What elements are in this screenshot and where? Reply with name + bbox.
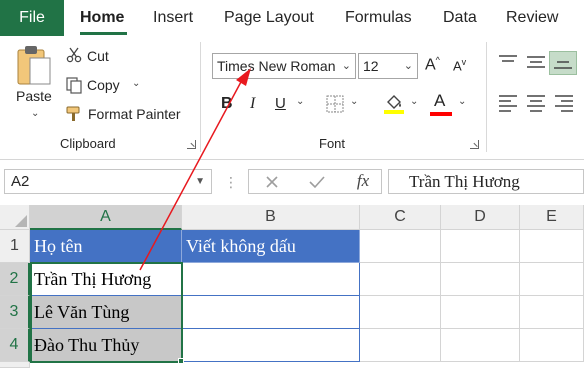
align-left-icon[interactable] <box>498 94 518 112</box>
cancel-icon[interactable] <box>263 173 281 191</box>
group-separator <box>486 42 487 152</box>
column-header-c[interactable]: C <box>360 205 441 230</box>
chevron-down-icon[interactable]: ▼ <box>195 176 205 187</box>
column-header-a[interactable]: A <box>30 205 182 230</box>
formula-input-value: Trần Thị Hương <box>409 171 520 191</box>
formula-input[interactable]: Trần Thị Hương <box>388 169 584 194</box>
font-color-button[interactable]: A <box>434 91 445 111</box>
cell-d2[interactable] <box>441 263 520 296</box>
cell-e1[interactable] <box>520 230 584 263</box>
cell-e3[interactable] <box>520 296 584 329</box>
row-header-4[interactable]: 4 <box>0 329 30 362</box>
format-painter-button[interactable]: Format Painter <box>88 106 181 122</box>
insert-function-icon[interactable]: fx <box>353 171 373 191</box>
tab-home[interactable]: Home <box>80 0 124 36</box>
cut-button[interactable]: Cut <box>87 48 109 64</box>
cell-e4[interactable] <box>520 329 584 362</box>
cell-a4[interactable]: Đào Thu Thủy <box>30 329 182 362</box>
cell-a1[interactable]: Họ tên <box>30 230 182 263</box>
bold-button[interactable]: B <box>221 95 233 113</box>
cell-c4[interactable] <box>360 329 441 362</box>
enter-icon[interactable] <box>308 173 326 191</box>
column-header-b[interactable]: B <box>182 205 360 230</box>
align-bottom-icon[interactable] <box>549 51 577 75</box>
tab-formulas[interactable]: Formulas <box>345 0 412 36</box>
format-painter-icon[interactable] <box>65 105 83 123</box>
ribbon-tabs: File Home Insert Page Layout Formulas Da… <box>0 0 584 36</box>
font-name-value: Times New Roman <box>217 58 336 74</box>
cell-d4[interactable] <box>441 329 520 362</box>
cell-a3[interactable]: Lê Văn Tùng <box>30 296 182 329</box>
cell-a2[interactable]: Trần Thị Hương <box>30 263 182 296</box>
borders-icon[interactable] <box>325 94 345 114</box>
copy-button[interactable]: Copy <box>87 77 120 93</box>
font-launcher-icon[interactable] <box>470 140 479 149</box>
cell-b1[interactable]: Viết không dấu <box>182 230 360 263</box>
group-separator <box>200 42 201 152</box>
align-top-icon[interactable] <box>498 54 518 68</box>
row-header-1[interactable]: 1 <box>0 230 30 263</box>
font-color-dropdown-icon[interactable]: ⌄ <box>458 96 466 107</box>
font-name-combo[interactable]: Times New Roman ⌄ <box>212 53 356 79</box>
tab-page-layout[interactable]: Page Layout <box>224 0 314 36</box>
fill-color-dropdown-icon[interactable]: ⌄ <box>410 96 418 107</box>
tab-file[interactable]: File <box>0 0 64 36</box>
tab-data[interactable]: Data <box>443 0 477 36</box>
ribbon: Paste ⌄ Cut Copy ⌄ Format Painter Clipbo… <box>0 36 584 160</box>
decrease-font-size-icon[interactable]: Av <box>453 57 466 73</box>
font-color-swatch <box>430 112 452 116</box>
font-size-combo[interactable]: 12 ⌄ <box>358 53 418 79</box>
row-header-5[interactable] <box>0 362 30 368</box>
chevron-down-icon[interactable]: ⌄ <box>342 59 351 72</box>
clipboard-group-label: Clipboard <box>60 136 116 151</box>
cell-c3[interactable] <box>360 296 441 329</box>
cell-b2[interactable] <box>182 263 360 296</box>
row-header-2[interactable]: 2 <box>0 263 30 296</box>
column-header-e[interactable]: E <box>520 205 584 230</box>
fill-handle[interactable] <box>178 358 184 364</box>
select-all-corner[interactable] <box>0 205 30 230</box>
font-size-value: 12 <box>363 58 379 74</box>
underline-button[interactable]: U <box>275 95 286 112</box>
name-box-value: A2 <box>11 173 30 190</box>
row-header-3[interactable]: 3 <box>0 296 30 329</box>
increase-font-size-icon[interactable]: A^ <box>425 55 440 74</box>
align-right-icon[interactable] <box>554 94 574 112</box>
cell-d3[interactable] <box>441 296 520 329</box>
cell-c2[interactable] <box>360 263 441 296</box>
cell-c1[interactable] <box>360 230 441 263</box>
paste-icon[interactable] <box>14 44 54 88</box>
column-header-d[interactable]: D <box>441 205 520 230</box>
copy-icon[interactable] <box>65 76 83 94</box>
font-group-label: Font <box>319 136 346 151</box>
formula-buttons: fx <box>248 169 382 194</box>
cell-e2[interactable] <box>520 263 584 296</box>
fill-color-icon[interactable] <box>383 92 405 116</box>
tab-insert[interactable]: Insert <box>153 0 193 36</box>
clipboard-launcher-icon[interactable] <box>187 140 196 149</box>
cell-d1[interactable] <box>441 230 520 263</box>
borders-dropdown-icon[interactable]: ⌄ <box>350 96 358 107</box>
chevron-down-icon[interactable]: ⌄ <box>404 59 413 72</box>
cut-icon[interactable] <box>66 47 82 63</box>
cell-b3[interactable] <box>182 296 360 329</box>
paste-dropdown-icon[interactable]: ⌄ <box>31 108 39 119</box>
italic-button[interactable]: I <box>250 95 255 113</box>
copy-dropdown-icon[interactable]: ⌄ <box>132 78 140 89</box>
align-middle-icon[interactable] <box>526 54 546 68</box>
more-options-icon[interactable]: ⋮ <box>224 172 238 192</box>
name-box[interactable]: A2 ▼ <box>4 169 212 194</box>
cell-b4[interactable] <box>182 329 360 362</box>
tab-review[interactable]: Review <box>506 0 558 36</box>
active-tab-indicator <box>80 32 127 35</box>
align-center-icon[interactable] <box>526 94 546 112</box>
paste-button[interactable]: Paste <box>16 88 52 104</box>
underline-dropdown-icon[interactable]: ⌄ <box>296 96 304 107</box>
